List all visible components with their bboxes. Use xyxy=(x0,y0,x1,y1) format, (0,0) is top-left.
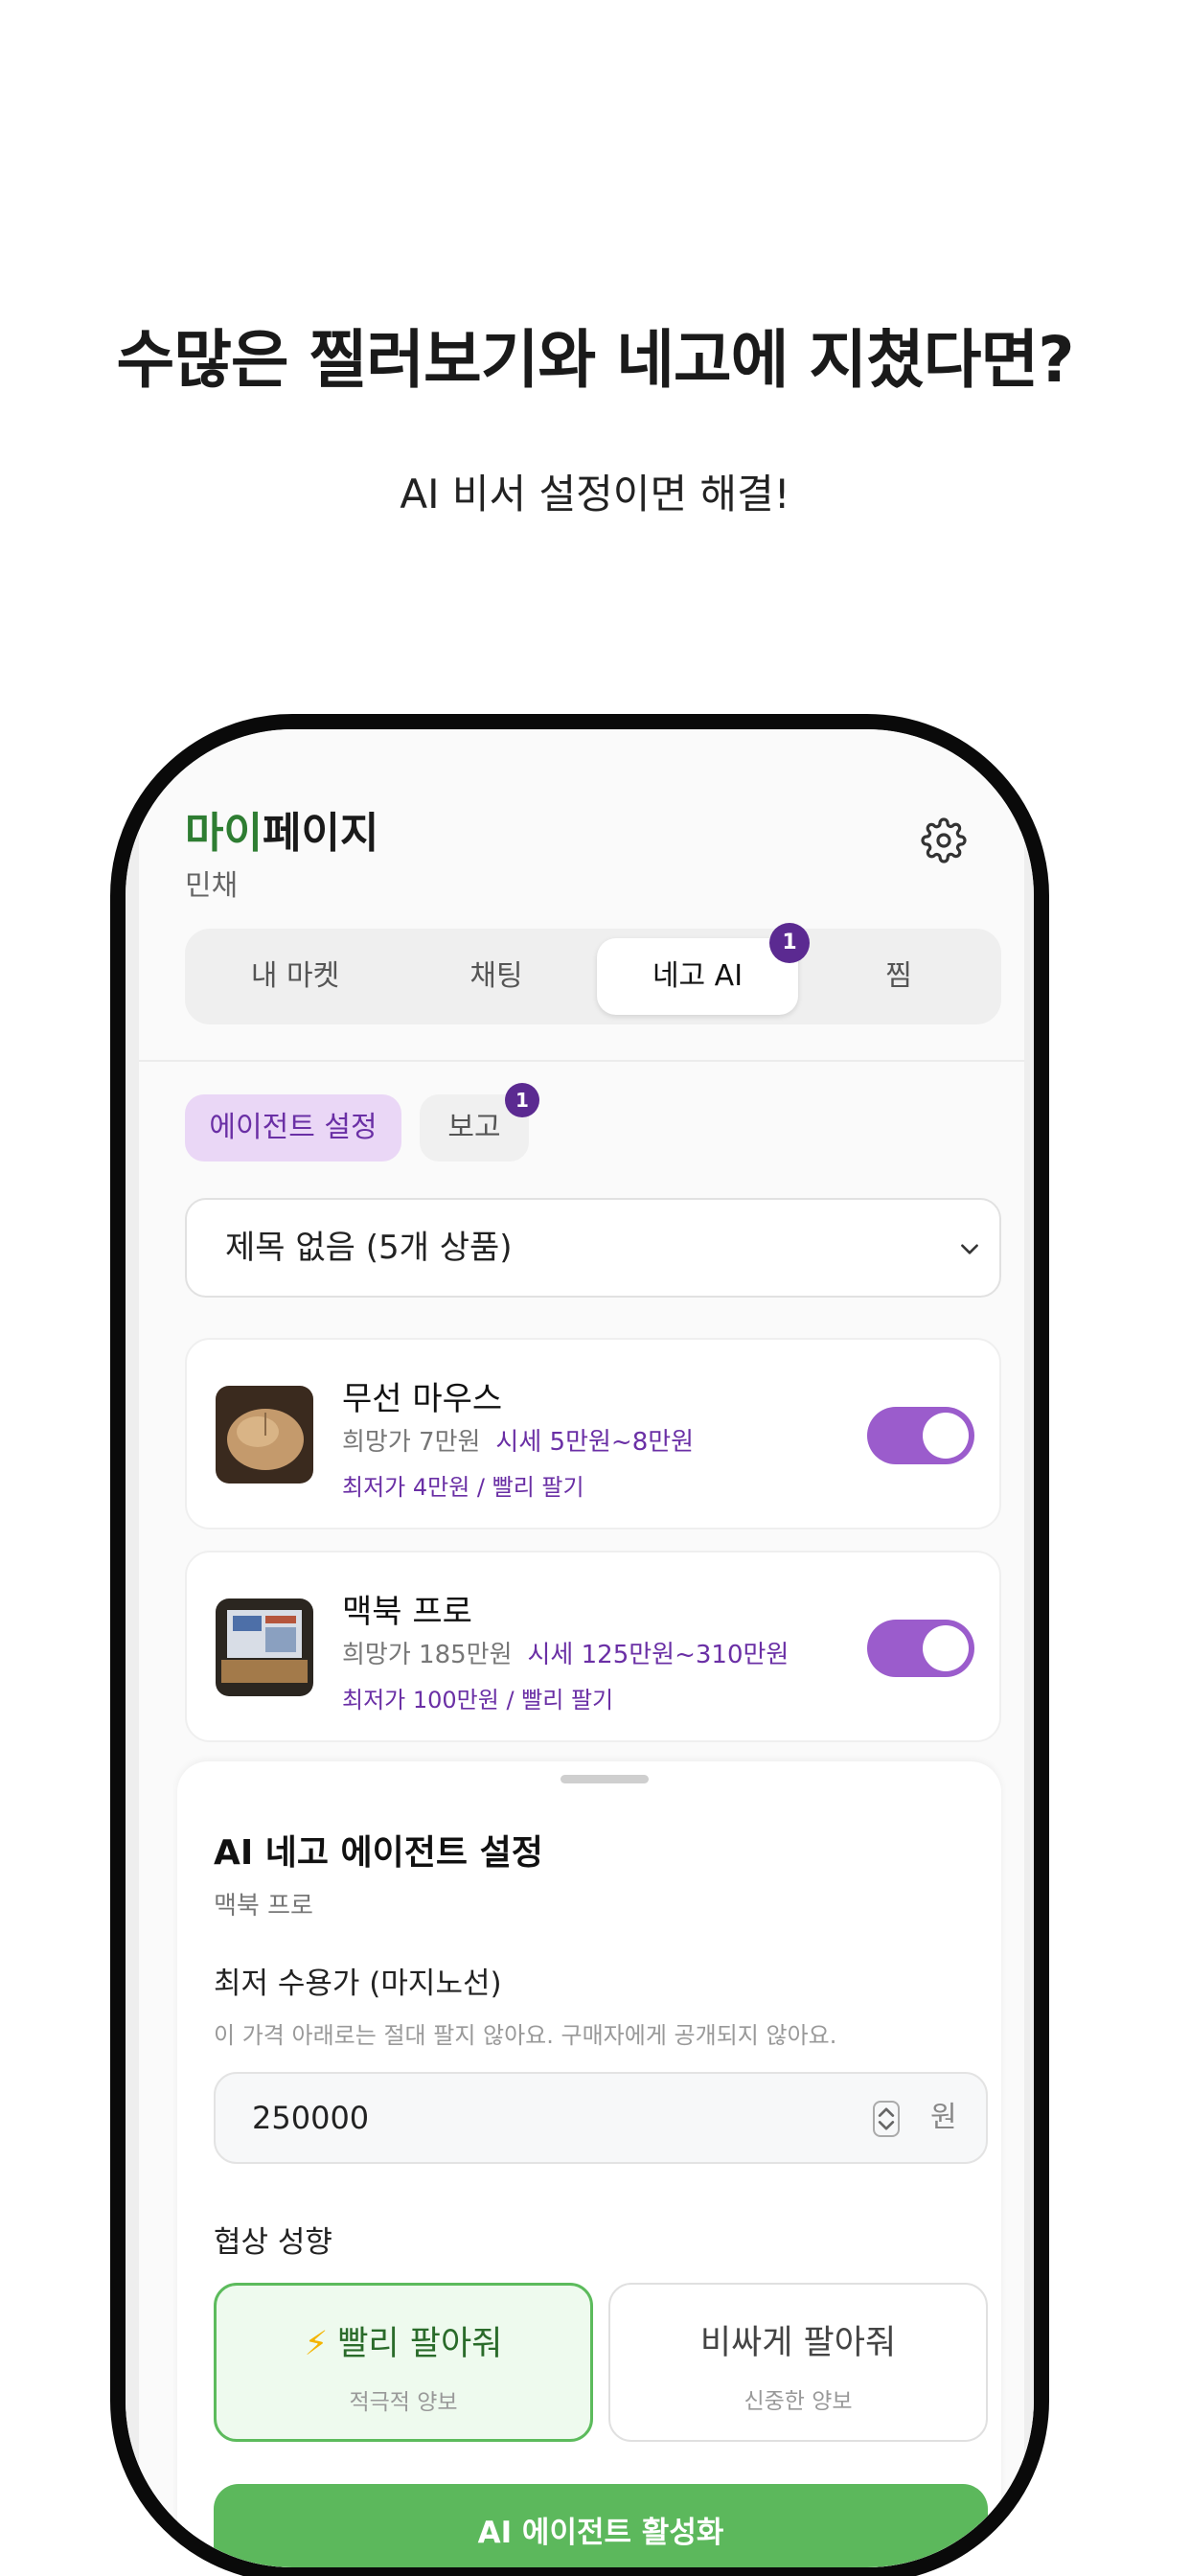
product-thumbnail xyxy=(216,1598,313,1696)
number-stepper-icon[interactable] xyxy=(873,2101,900,2137)
market-price: 시세 5만원~8만원 xyxy=(495,1428,695,1457)
sheet-title: AI 네고 에이전트 설정 xyxy=(214,1833,543,1873)
subtab-agent-settings[interactable]: 에이전트 설정 xyxy=(185,1094,401,1162)
activate-agent-button[interactable]: AI 에이전트 활성화 xyxy=(214,2484,988,2567)
toggle-knob xyxy=(923,1625,969,1671)
mouse-image xyxy=(216,1386,313,1484)
user-name: 민채 xyxy=(185,869,239,903)
toggle-knob xyxy=(923,1413,969,1459)
product-price-line: 희망가 185만원 시세 125만원~310만원 xyxy=(342,1635,789,1670)
sheet-grabber[interactable] xyxy=(561,1775,649,1783)
chevron-down-icon xyxy=(961,1244,978,1254)
lightning-icon: ⚡ xyxy=(304,2325,329,2363)
product-price-line: 희망가 7만원 시세 5만원~8만원 xyxy=(342,1422,694,1458)
option-sell-high[interactable]: 비싸게 팔아줘 신중한 양보 xyxy=(608,2283,988,2442)
option-sell-fast-sub: 적극적 양보 xyxy=(349,2390,458,2415)
option-sell-fast[interactable]: ⚡ 빨리 팔아줘 적극적 양보 xyxy=(214,2283,593,2442)
wish-price: 희망가 185만원 xyxy=(342,1641,513,1669)
floor-price-label: 최저 수용가 (마지노선) xyxy=(214,1966,502,2001)
screen-edge-left xyxy=(126,729,139,2567)
option-sell-high-title: 비싸게 팔아줘 xyxy=(699,2324,897,2362)
product-toggle[interactable] xyxy=(867,1620,974,1677)
content-area: 에이전트 설정 보고 1 제목 없음 (5개 상품) 무선 마우스 희망가 7만 xyxy=(139,1060,1024,2567)
group-select[interactable]: 제목 없음 (5개 상품) xyxy=(185,1198,1001,1298)
gear-icon[interactable] xyxy=(921,817,967,863)
currency-unit: 원 xyxy=(930,2101,957,2134)
floor-price: 최저가 100만원 / 빨리 팔기 xyxy=(342,1687,614,1714)
floor-price: 최저가 4만원 / 빨리 팔기 xyxy=(342,1474,584,1501)
tab-favorites[interactable]: 찜 xyxy=(798,938,999,1015)
main-tabs: 내 마켓 채팅 네고 AI 1 찜 xyxy=(185,923,1001,1024)
app-screen: 마이페이지 민채 내 마켓 채팅 네고 AI 1 찜 에이전트 설정 보고 1 … xyxy=(126,729,1034,2567)
phone-frame: 마이페이지 민채 내 마켓 채팅 네고 AI 1 찜 에이전트 설정 보고 1 … xyxy=(110,714,1049,2576)
floor-price-help: 이 가격 아래로는 절대 팔지 않아요. 구매자에게 공개되지 않아요. xyxy=(214,2022,837,2049)
laptop-image xyxy=(216,1598,313,1696)
negotiation-style-label: 협상 성향 xyxy=(214,2225,332,2260)
subtab-report-badge: 1 xyxy=(505,1083,539,1117)
product-name: 맥북 프로 xyxy=(342,1593,472,1631)
market-price: 시세 125만원~310만원 xyxy=(527,1641,790,1669)
product-toggle[interactable] xyxy=(867,1407,974,1464)
wish-price: 희망가 7만원 xyxy=(342,1428,481,1457)
product-card[interactable]: 맥북 프로 희망가 185만원 시세 125만원~310만원 최저가 100만원 … xyxy=(185,1551,1001,1742)
option-sell-fast-title: ⚡ 빨리 팔아줘 xyxy=(217,2316,590,2365)
page-header: 마이페이지 민채 내 마켓 채팅 네고 AI 1 찜 xyxy=(139,729,1024,1060)
option-sell-fast-label: 빨리 팔아줘 xyxy=(337,2325,503,2363)
option-sell-high-sub: 신중한 양보 xyxy=(744,2389,853,2414)
group-select-value: 제목 없음 (5개 상품) xyxy=(225,1229,513,1267)
agent-settings-sheet: AI 네고 에이전트 설정 맥북 프로 최저 수용가 (마지노선) 이 가격 아… xyxy=(177,1761,1001,2567)
tab-nego-ai[interactable]: 네고 AI xyxy=(597,938,798,1015)
product-name: 무선 마우스 xyxy=(342,1380,503,1418)
floor-price-value: 250000 xyxy=(252,2100,370,2136)
product-thumbnail xyxy=(216,1386,313,1484)
product-card[interactable]: 무선 마우스 희망가 7만원 시세 5만원~8만원 최저가 4만원 / 빨리 팔기 xyxy=(185,1338,1001,1530)
sheet-product-name: 맥북 프로 xyxy=(214,1892,313,1920)
tab-my-market[interactable]: 내 마켓 xyxy=(195,938,396,1015)
page-title-accent: 마이 xyxy=(185,809,263,858)
promo-headline: 수많은 찔러보기와 네고에 지쳤다면? xyxy=(116,323,1074,397)
page-title: 마이페이지 xyxy=(185,798,378,860)
tab-chat[interactable]: 채팅 xyxy=(396,938,597,1015)
promo-subline: AI 비서 설정이면 해결! xyxy=(400,471,790,518)
page-title-rest: 페이지 xyxy=(262,809,379,858)
floor-price-input[interactable]: 250000 원 xyxy=(214,2072,988,2164)
